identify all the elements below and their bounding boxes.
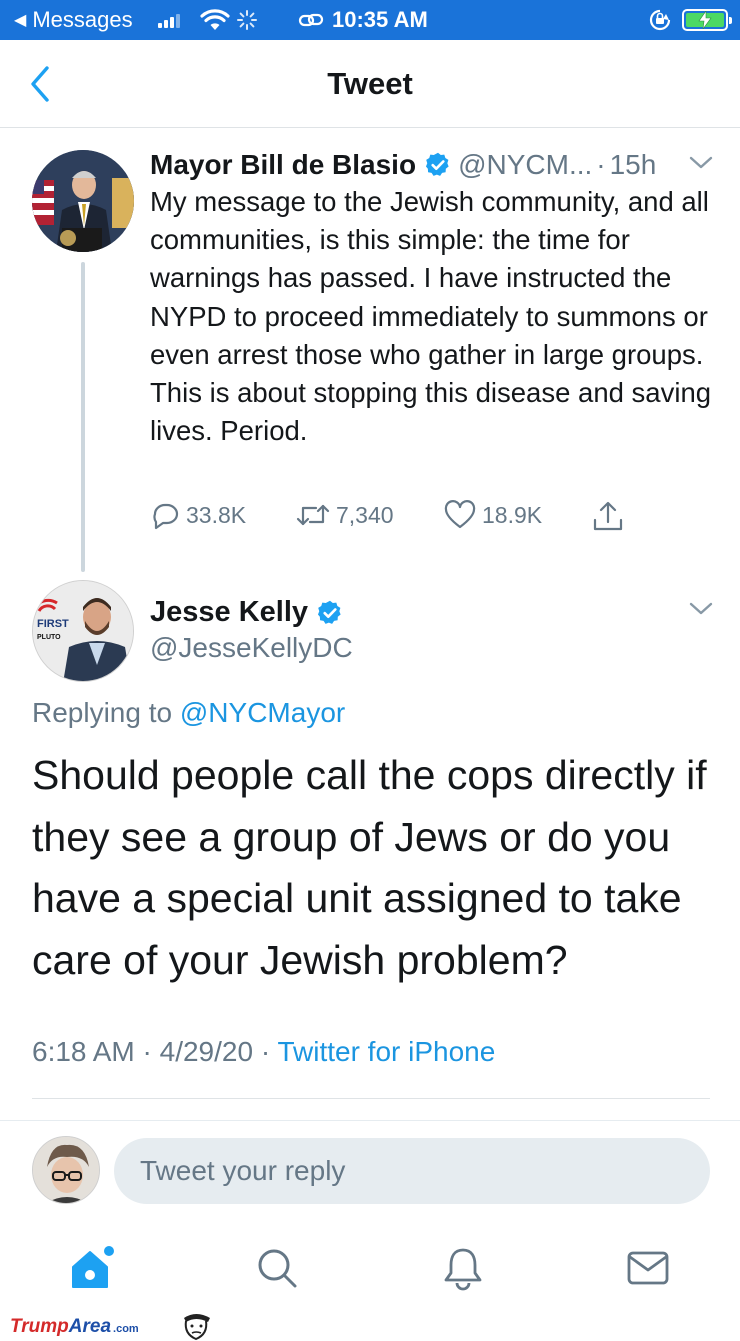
mail-icon	[627, 1251, 669, 1285]
avatar-current-user-image	[33, 1137, 99, 1203]
parent-time: 15h	[609, 149, 657, 180]
like-count: 18.9K	[482, 501, 543, 528]
share-icon	[593, 501, 623, 531]
avatar-badge-pluto: PLUTO	[37, 634, 61, 641]
chevron-down-icon[interactable]	[688, 598, 714, 620]
divider	[0, 1120, 740, 1121]
parent-tweet-text: My message to the Jewish community, and …	[150, 186, 712, 447]
reply-author-name-row: Jesse Kelly	[150, 596, 350, 629]
tab-notifications[interactable]	[435, 1240, 491, 1296]
tweet-date: 4/29/20	[159, 1036, 254, 1067]
reply-input[interactable]	[114, 1138, 710, 1204]
reply-author-name[interactable]: Jesse Kelly	[150, 596, 308, 629]
nav-bar: Tweet	[0, 40, 740, 128]
reply-handle[interactable]: @JesseKellyDC	[150, 632, 353, 664]
watermark-part2: Area	[68, 1316, 112, 1337]
replying-to-line: Replying to @NYCMayor	[32, 697, 345, 729]
status-time: 10:35 AM	[332, 7, 428, 32]
avatar-jesse[interactable]: FIRST PLUTO	[32, 580, 134, 682]
back-app-label: Messages	[32, 7, 133, 32]
verified-badge-icon	[317, 600, 341, 624]
avatar-current-user[interactable]	[32, 1136, 100, 1204]
status-bar: ◀ Messages 10:35 AM	[0, 0, 740, 40]
divider	[32, 1098, 710, 1099]
retweet-count: 7,340	[336, 501, 394, 528]
heart-icon	[444, 500, 476, 529]
tab-messages[interactable]	[620, 1240, 676, 1296]
like-action[interactable]: 18.9K	[444, 500, 542, 530]
parent-tweet-header: Mayor Bill de Blasio @NYCM... · 15h	[150, 146, 730, 184]
tab-home[interactable]	[64, 1240, 120, 1296]
replying-to-mention[interactable]: @NYCMayor	[180, 697, 345, 728]
parent-tweet-actions: 33.8K 7,340 18.9K	[150, 500, 710, 540]
meta-separator: ·	[142, 1036, 152, 1067]
watermark-part1: Trump	[10, 1316, 69, 1337]
reply-action[interactable]: 33.8K	[150, 500, 246, 530]
tweet-meta: 6:18 AM · 4/29/20 · Twitter for iPhone	[32, 1036, 495, 1068]
parent-handle[interactable]: @NYCM...	[458, 149, 592, 181]
tab-bar	[0, 1222, 740, 1322]
search-icon	[258, 1249, 297, 1288]
header-separator: ·	[596, 149, 606, 180]
reply-count: 33.8K	[186, 501, 247, 528]
avatar-mayor-image	[32, 150, 134, 252]
charging-bolt-icon	[698, 11, 712, 29]
avatar-mayor[interactable]	[32, 150, 134, 252]
reply-icon	[153, 503, 179, 530]
replying-to-label: Replying to	[32, 697, 173, 728]
meta-separator: ·	[260, 1036, 271, 1067]
back-to-app[interactable]: ◀ Messages	[14, 7, 133, 33]
page-title: Tweet	[327, 66, 413, 101]
avatar-badge-first: FIRST	[37, 618, 69, 630]
link-icon	[298, 13, 324, 27]
orientation-lock-icon	[649, 9, 671, 31]
wifi-icon	[200, 9, 230, 30]
thread-line	[81, 262, 85, 572]
home-icon	[72, 1246, 114, 1288]
tweet-source-link[interactable]: Twitter for iPhone	[277, 1036, 495, 1067]
tweet-time: 6:18 AM	[32, 1036, 135, 1067]
reply-tweet-text: Should people call the cops directly if …	[32, 752, 707, 983]
retweet-icon	[296, 504, 330, 526]
avatar-jesse-image: FIRST PLUTO	[33, 581, 133, 681]
tab-search[interactable]	[249, 1240, 305, 1296]
activity-spinner-icon	[237, 10, 257, 30]
chevron-down-icon[interactable]	[688, 152, 714, 174]
back-triangle-icon: ◀	[14, 12, 27, 29]
parent-author-name[interactable]: Mayor Bill de Blasio	[150, 149, 416, 181]
verified-badge-icon	[426, 152, 449, 176]
watermark-part3: .com	[113, 1323, 139, 1335]
watermark-face-icon	[184, 1314, 210, 1341]
bell-icon	[444, 1248, 482, 1291]
share-action[interactable]	[592, 500, 624, 534]
retweet-action[interactable]: 7,340	[296, 500, 394, 530]
signal-strength-icon	[158, 12, 180, 28]
battery-icon	[682, 9, 732, 31]
watermark: Trump Area .com	[10, 1316, 139, 1338]
